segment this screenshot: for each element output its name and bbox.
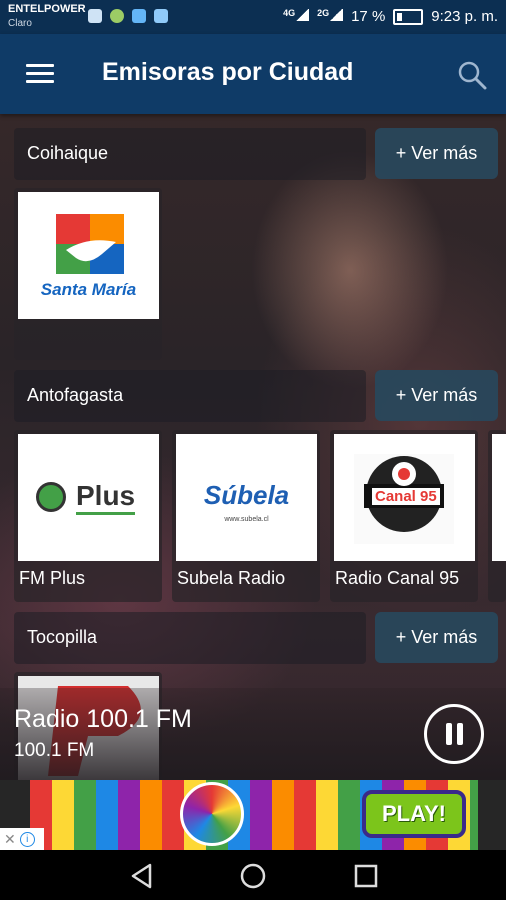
ver-mas-button-tocopilla[interactable]: + Ver más xyxy=(375,612,498,663)
section-title: Antofagasta xyxy=(27,385,124,405)
santa-maria-logo-text: Santa María xyxy=(40,280,137,299)
ad-banner[interactable]: PLAY! ✕ i xyxy=(0,780,506,850)
recents-icon[interactable] xyxy=(352,862,380,890)
ad-play-button[interactable]: PLAY! xyxy=(362,790,466,838)
station-card-santa-maria[interactable]: Santa María xyxy=(14,188,162,360)
battery-icon xyxy=(393,8,424,25)
canal-95-logo-text: Canal 95 xyxy=(372,488,440,505)
close-icon[interactable]: ✕ xyxy=(4,831,16,848)
status-bar: ENTELPOWER Claro 4G 2G 17 % 9:23 p. m. xyxy=(0,0,506,34)
station-name: Subela Radio xyxy=(177,568,286,588)
ver-mas-button-coihaique[interactable]: + Ver más xyxy=(375,128,498,179)
plus-circle-icon xyxy=(36,482,66,512)
subela-logo: Súbela www.subela.cl xyxy=(176,434,317,561)
battery-percent: 17 % xyxy=(351,8,386,25)
santa-maria-logo: Santa María xyxy=(18,192,159,319)
fm-plus-logo-text: Plus xyxy=(76,480,136,515)
station-name: FM Plus xyxy=(19,568,86,588)
network-type-2: 2G xyxy=(317,8,330,18)
fm-plus-logo: Plus xyxy=(18,434,159,561)
ad-ball-image xyxy=(180,782,244,846)
app-bar: Emisoras por Ciudad xyxy=(0,34,506,114)
now-playing-title: Radio 100.1 FM xyxy=(14,705,192,733)
now-playing-subtitle: 100.1 FM xyxy=(14,740,95,761)
section-header-tocopilla: Tocopilla xyxy=(14,612,366,664)
subela-logo-url: www.subela.cl xyxy=(224,516,269,523)
carrier-secondary: Claro xyxy=(8,18,32,29)
notification-icons xyxy=(88,9,168,23)
section-title: Coihaique xyxy=(27,143,109,163)
back-icon[interactable] xyxy=(128,862,156,890)
ad-choices[interactable]: ✕ i xyxy=(0,828,44,850)
station-card-partial[interactable] xyxy=(488,430,506,602)
hamburger-menu-icon[interactable] xyxy=(26,64,54,84)
section-header-antofagasta: Antofagasta xyxy=(14,370,366,422)
station-name: Radio Canal 95 xyxy=(335,568,460,588)
station-card-fm-plus[interactable]: Plus FM Plus xyxy=(14,430,162,602)
clock: 9:23 p. m. xyxy=(431,8,498,25)
info-icon[interactable]: i xyxy=(19,831,35,847)
subela-logo-text: Súbela xyxy=(203,480,290,510)
gallery-icon xyxy=(154,9,168,23)
ver-mas-button-antofagasta[interactable]: + Ver más xyxy=(375,370,498,421)
globe-icon xyxy=(110,9,124,23)
signal-icon xyxy=(329,9,344,21)
ad-game-image[interactable]: PLAY! xyxy=(30,780,478,850)
carrier-primary: ENTELPOWER xyxy=(8,3,86,15)
section-title: Tocopilla xyxy=(27,627,98,647)
station-card-subela[interactable]: Súbela www.subela.cl Subela Radio xyxy=(172,430,320,602)
pause-icon[interactable] xyxy=(424,704,484,764)
download-icon xyxy=(88,9,102,23)
signal-icon xyxy=(295,9,310,21)
home-icon[interactable] xyxy=(239,862,267,890)
canal-95-logo: Canal 95 xyxy=(334,434,475,561)
page-title: Emisoras por Ciudad xyxy=(102,58,354,86)
facebook-icon xyxy=(132,9,146,23)
section-header-coihaique: Coihaique xyxy=(14,128,366,180)
now-playing-bar[interactable]: Radio 100.1 FM 100.1 FM xyxy=(0,688,506,780)
network-type-1: 4G xyxy=(283,8,296,18)
search-icon[interactable] xyxy=(457,60,487,90)
status-right: 4G 2G 17 % 9:23 p. m. xyxy=(283,8,498,25)
navigation-bar xyxy=(0,850,506,900)
station-card-canal-95[interactable]: Canal 95 Radio Canal 95 xyxy=(330,430,478,602)
partial-logo xyxy=(492,434,506,561)
